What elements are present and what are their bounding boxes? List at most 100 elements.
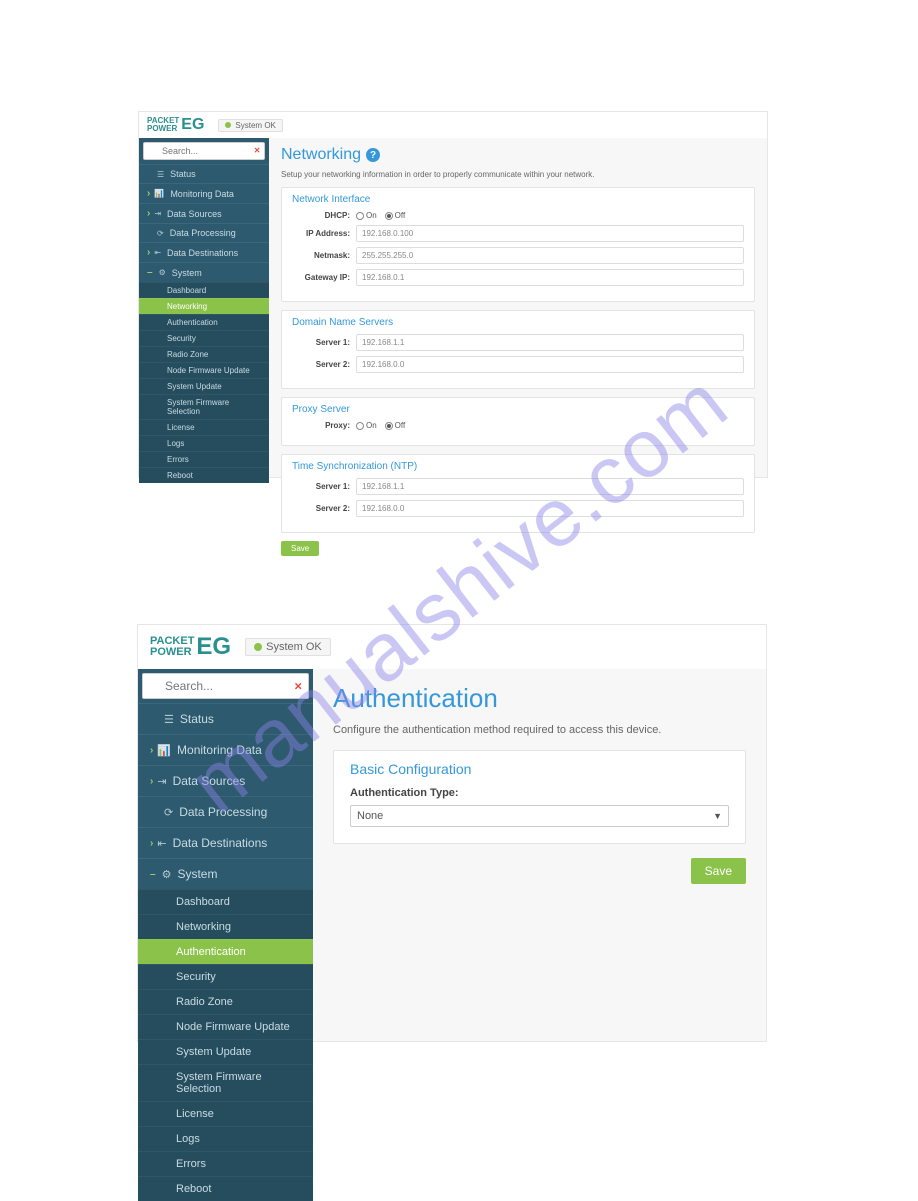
search-container: × — [142, 673, 309, 699]
dns1-input[interactable] — [356, 334, 744, 351]
sub-errors[interactable]: Errors — [139, 451, 269, 467]
sidebar-item-processing[interactable]: ⟳Data Processing — [139, 223, 269, 242]
panel-basic-config: Basic Configuration Authentication Type:… — [333, 750, 746, 844]
sidebar-item-sources[interactable]: ⇥Data Sources — [139, 203, 269, 223]
proxy-on-radio[interactable]: On — [356, 421, 377, 430]
sidebar-item-monitoring[interactable]: 📊Monitoring Data — [139, 183, 269, 203]
sub-security[interactable]: Security — [139, 330, 269, 346]
gateway-input[interactable] — [356, 269, 744, 286]
sub-system-update[interactable]: System Update — [139, 378, 269, 394]
page-desc: Configure the authentication method requ… — [333, 724, 746, 736]
ip-label: IP Address: — [292, 229, 350, 238]
sidebar-item-status[interactable]: ☰Status — [138, 703, 313, 734]
app-networking: PACKET POWER EG System OK × ☰Status 📊Mon… — [138, 111, 768, 478]
menu-icon: ☰ — [164, 713, 174, 726]
status-dot-icon — [225, 122, 231, 128]
dhcp-off-radio[interactable]: Off — [385, 211, 406, 220]
sub-dashboard[interactable]: Dashboard — [139, 282, 269, 298]
auth-type-label: Authentication Type: — [350, 787, 729, 799]
refresh-icon: ⟳ — [164, 806, 173, 819]
sub-license[interactable]: License — [138, 1101, 313, 1126]
select-value: None — [357, 810, 383, 822]
netmask-label: Netmask: — [292, 251, 350, 260]
auth-type-select[interactable]: None ▼ — [350, 805, 729, 827]
ntp2-label: Server 2: — [292, 504, 350, 513]
panel-title: Time Synchronization (NTP) — [292, 461, 744, 472]
sub-authentication[interactable]: Authentication — [139, 314, 269, 330]
sidebar-item-system[interactable]: ⚙System — [138, 858, 313, 889]
app-authentication: PACKET POWER EG System OK × ☰Status 📊Mon… — [137, 624, 767, 1042]
sidebar-item-system[interactable]: ⚙System — [139, 262, 269, 282]
status-badge: System OK — [245, 638, 331, 656]
main-content: Authentication Configure the authenticat… — [313, 669, 766, 1041]
sub-networking[interactable]: Networking — [138, 914, 313, 939]
search-container: × — [143, 142, 265, 160]
sub-license[interactable]: License — [139, 419, 269, 435]
sub-logs[interactable]: Logs — [138, 1126, 313, 1151]
topbar: PACKET POWER EG System OK — [138, 625, 766, 669]
brand-logo: PACKET POWER EG — [150, 633, 231, 661]
gear-icon: ⚙ — [162, 868, 172, 881]
panel-network-interface: Network Interface DHCP: On Off IP Addres… — [281, 187, 755, 302]
sub-reboot[interactable]: Reboot — [138, 1176, 313, 1201]
sub-system-update[interactable]: System Update — [138, 1039, 313, 1064]
search-input[interactable] — [142, 673, 309, 699]
sidebar-item-status[interactable]: ☰Status — [139, 164, 269, 183]
clear-icon[interactable]: × — [254, 146, 260, 157]
dns2-label: Server 2: — [292, 360, 350, 369]
sub-authentication[interactable]: Authentication — [138, 939, 313, 964]
sub-node-firmware[interactable]: Node Firmware Update — [139, 362, 269, 378]
dhcp-on-radio[interactable]: On — [356, 211, 377, 220]
radio-icon — [385, 212, 393, 220]
sub-radio-zone[interactable]: Radio Zone — [139, 346, 269, 362]
in-icon: ⇥ — [154, 209, 161, 218]
status-text: System OK — [266, 641, 322, 653]
radio-icon — [356, 422, 364, 430]
sub-radio-zone[interactable]: Radio Zone — [138, 989, 313, 1014]
sub-dashboard[interactable]: Dashboard — [138, 889, 313, 914]
main-content: Networking ? Setup your networking infor… — [269, 138, 767, 477]
sidebar-item-sources[interactable]: ⇥Data Sources — [138, 765, 313, 796]
sidebar-item-monitoring[interactable]: 📊Monitoring Data — [138, 734, 313, 765]
sub-errors[interactable]: Errors — [138, 1151, 313, 1176]
save-button[interactable]: Save — [281, 541, 319, 556]
sub-networking[interactable]: Networking — [139, 298, 269, 314]
sidebar: × ☰Status 📊Monitoring Data ⇥Data Sources… — [139, 138, 269, 477]
panel-title: Network Interface — [292, 194, 744, 205]
chart-icon: 📊 — [157, 744, 171, 757]
sub-firmware-selection[interactable]: System Firmware Selection — [139, 394, 269, 419]
radio-icon — [356, 212, 364, 220]
panel-proxy: Proxy Server Proxy: On Off — [281, 397, 755, 446]
search-input[interactable] — [143, 142, 265, 160]
sidebar-item-destinations[interactable]: ⇤Data Destinations — [138, 827, 313, 858]
page-title: Authentication — [333, 683, 746, 714]
ntp1-input[interactable] — [356, 478, 744, 495]
help-icon[interactable]: ? — [366, 148, 380, 162]
ip-input[interactable] — [356, 225, 744, 242]
panel-title: Domain Name Servers — [292, 317, 744, 328]
gear-icon: ⚙ — [159, 268, 166, 277]
panel-dns: Domain Name Servers Server 1: Server 2: — [281, 310, 755, 389]
sub-firmware-selection[interactable]: System Firmware Selection — [138, 1064, 313, 1101]
panel-ntp: Time Synchronization (NTP) Server 1: Ser… — [281, 454, 755, 533]
sub-security[interactable]: Security — [138, 964, 313, 989]
menu-icon: ☰ — [157, 170, 164, 179]
ntp2-input[interactable] — [356, 500, 744, 517]
dhcp-radio-group: On Off — [356, 211, 405, 220]
logo-line2: POWER — [147, 125, 179, 133]
dhcp-label: DHCP: — [292, 211, 350, 220]
netmask-input[interactable] — [356, 247, 744, 264]
save-button[interactable]: Save — [691, 858, 746, 884]
sub-reboot[interactable]: Reboot — [139, 467, 269, 483]
clear-icon[interactable]: × — [294, 679, 302, 694]
sub-logs[interactable]: Logs — [139, 435, 269, 451]
sub-node-firmware[interactable]: Node Firmware Update — [138, 1014, 313, 1039]
sidebar-item-destinations[interactable]: ⇤Data Destinations — [139, 242, 269, 262]
proxy-off-radio[interactable]: Off — [385, 421, 406, 430]
sidebar-item-processing[interactable]: ⟳Data Processing — [138, 796, 313, 827]
system-submenu: Dashboard Networking Authentication Secu… — [138, 889, 313, 1201]
chevron-down-icon: ▼ — [713, 811, 722, 821]
radio-icon — [385, 422, 393, 430]
brand-logo: PACKET POWER EG — [147, 116, 204, 134]
dns2-input[interactable] — [356, 356, 744, 373]
